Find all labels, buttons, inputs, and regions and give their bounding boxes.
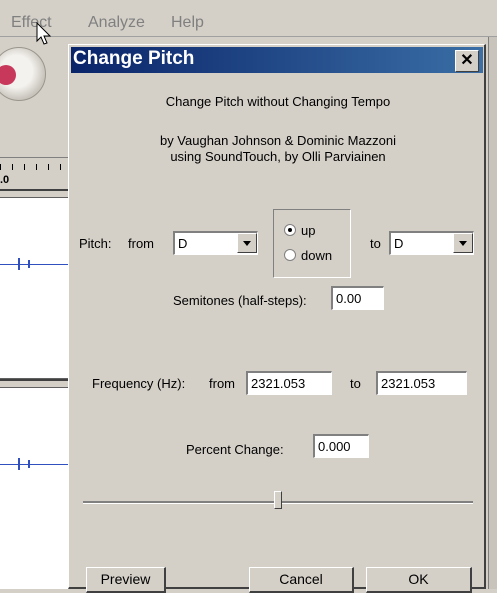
waveform-spike xyxy=(28,460,30,468)
pitch-from-value: D xyxy=(178,236,188,251)
percent-change-slider-thumb[interactable] xyxy=(274,491,282,509)
semitones-input[interactable]: 0.00 xyxy=(331,286,384,310)
frequency-from-label: from xyxy=(209,376,235,391)
waveform xyxy=(0,464,68,465)
menu-bar: Effect Analyze Help xyxy=(0,0,497,37)
radio-unselected-icon xyxy=(284,249,296,261)
credits-line-1: by Vaughan Johnson & Dominic Mazzoni xyxy=(159,133,397,148)
preview-button[interactable]: Preview xyxy=(86,567,166,593)
background-right-edge xyxy=(488,37,497,589)
menu-analyze[interactable]: Analyze xyxy=(88,14,145,32)
percent-change-input[interactable]: 0.000 xyxy=(313,434,369,458)
timeline-ruler[interactable]: .0 xyxy=(0,157,68,188)
cancel-button[interactable]: Cancel xyxy=(249,567,354,593)
change-pitch-dialog: Change Pitch ✕ Change Pitch without Chan… xyxy=(68,44,486,593)
waveform xyxy=(0,264,68,265)
waveform-spike xyxy=(28,260,30,268)
frequency-to-input[interactable]: 2321.053 xyxy=(376,371,467,395)
dialog-heading: Change Pitch without Changing Tempo xyxy=(165,94,391,109)
frequency-to-label: to xyxy=(350,376,361,391)
ruler-ticks xyxy=(0,164,68,170)
background-track-area: .0 xyxy=(0,37,68,589)
menu-help[interactable]: Help xyxy=(171,14,204,32)
pitch-from-label: from xyxy=(128,236,154,251)
direction-down-label: down xyxy=(301,248,333,263)
audio-track-1[interactable] xyxy=(0,197,68,379)
frequency-from-input[interactable]: 2321.053 xyxy=(246,371,332,395)
semitones-label: Semitones (half-steps): xyxy=(173,293,307,308)
close-button[interactable]: ✕ xyxy=(455,50,479,72)
mouse-cursor-icon xyxy=(36,22,52,45)
pitch-to-select[interactable]: D xyxy=(389,231,474,255)
frequency-label: Frequency (Hz): xyxy=(92,376,186,391)
percent-change-label: Percent Change: xyxy=(186,442,284,457)
direction-radio-group: up down xyxy=(273,209,351,278)
audio-track-2[interactable] xyxy=(0,387,68,589)
dialog-titlebar[interactable]: Change Pitch ✕ xyxy=(71,47,483,73)
waveform-spike xyxy=(18,458,20,470)
pitch-label: Pitch: xyxy=(79,236,112,251)
close-icon: ✕ xyxy=(460,52,474,69)
pitch-to-label: to xyxy=(370,236,381,251)
pitch-from-select[interactable]: D xyxy=(173,231,258,255)
ok-button[interactable]: OK xyxy=(366,567,472,593)
dialog-title: Change Pitch xyxy=(73,48,195,69)
chevron-down-icon[interactable] xyxy=(453,233,473,253)
ruler-label: .0 xyxy=(0,174,10,186)
waveform-spike xyxy=(18,258,20,270)
pitch-to-value: D xyxy=(394,236,404,251)
track-divider xyxy=(0,189,68,191)
direction-up-label: up xyxy=(301,223,316,238)
chevron-down-icon[interactable] xyxy=(237,233,257,253)
radio-selected-icon xyxy=(284,224,296,236)
track-divider xyxy=(0,379,68,381)
credits-line-2: using SoundTouch, by Olli Parviainen xyxy=(170,149,386,164)
